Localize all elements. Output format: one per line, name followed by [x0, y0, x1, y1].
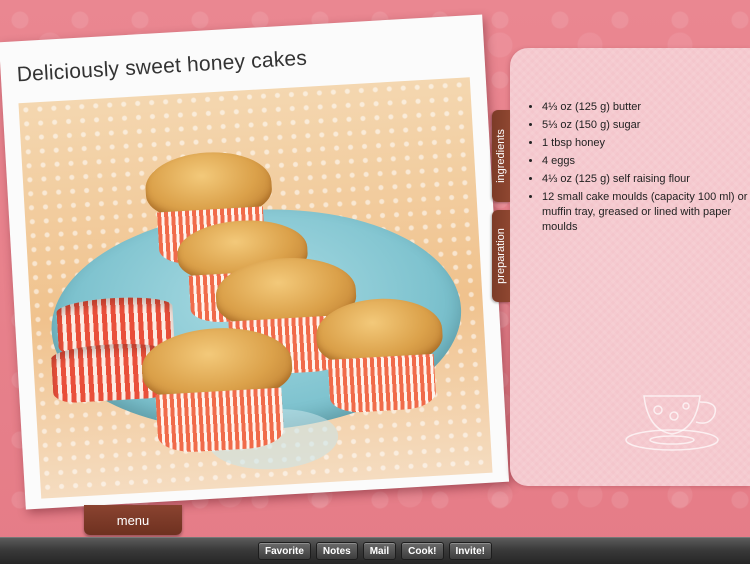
teacup-icon — [625, 395, 719, 451]
cook-button[interactable]: Cook! — [401, 542, 444, 560]
ingredients-list: 4⅓ oz (125 g) butter 5⅓ oz (150 g) sugar… — [528, 100, 750, 238]
ingredients-panel: 4⅓ oz (125 g) butter 5⅓ oz (150 g) sugar… — [510, 48, 750, 486]
list-item: 5⅓ oz (150 g) sugar — [542, 118, 750, 133]
recipe-photo — [18, 77, 493, 499]
recipe-title: Deliciously sweet honey cakes — [16, 46, 308, 87]
tab-ingredients-label: ingredients — [495, 129, 508, 183]
menu-button[interactable]: menu — [84, 505, 182, 535]
tab-ingredients[interactable]: ingredients — [492, 110, 510, 202]
list-item: 12 small cake moulds (capacity 100 ml) o… — [542, 190, 750, 235]
list-item: 4⅓ oz (125 g) butter — [542, 100, 750, 115]
list-item: 4 eggs — [542, 154, 750, 169]
favorite-button[interactable]: Favorite — [258, 542, 311, 560]
recipe-photo-card: Deliciously sweet honey cakes — [0, 14, 510, 510]
muffin — [139, 324, 297, 454]
list-item: 4⅓ oz (125 g) self raising flour — [542, 172, 750, 187]
tab-preparation-label: preparation — [495, 228, 507, 284]
notes-button[interactable]: Notes — [315, 542, 358, 560]
toolbar-buttons: Favorite Notes Mail Cook! Invite! — [0, 542, 750, 560]
tab-preparation[interactable]: preparation — [492, 210, 510, 302]
mail-button[interactable]: Mail — [362, 542, 397, 560]
invite-button[interactable]: Invite! — [448, 542, 492, 560]
muffin — [314, 295, 446, 414]
list-item: 1 tbsp honey — [542, 136, 750, 151]
bottom-toolbar: Favorite Notes Mail Cook! Invite! — [0, 537, 750, 564]
